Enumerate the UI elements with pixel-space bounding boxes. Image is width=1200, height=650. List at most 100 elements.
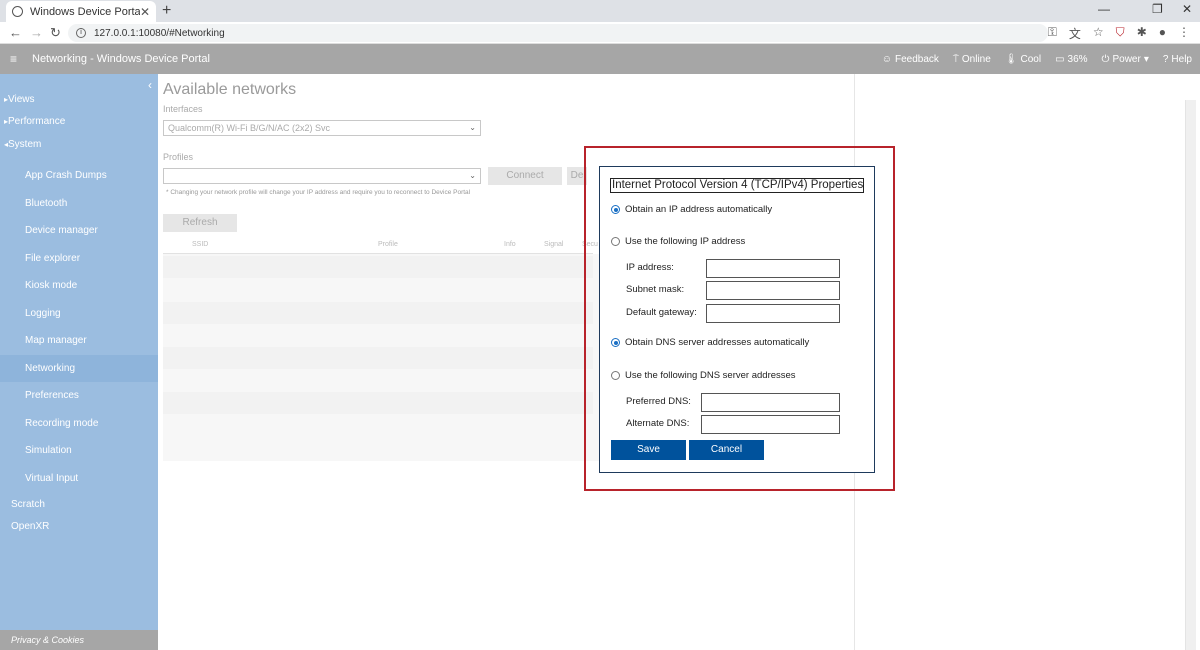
dns-auto-option[interactable]: Obtain DNS server addresses automaticall… bbox=[611, 337, 809, 348]
star-icon[interactable]: ☆ bbox=[1093, 25, 1104, 42]
ip-address-field[interactable] bbox=[706, 259, 840, 278]
dialog-title: Internet Protocol Version 4 (TCP/IPv4) P… bbox=[610, 178, 864, 193]
new-tab-button[interactable]: + bbox=[162, 2, 171, 20]
sidebar-item-device-manager[interactable]: Device manager bbox=[0, 217, 158, 244]
extension-shield-icon[interactable]: ⛉ bbox=[1116, 25, 1125, 42]
sidebar-item-label: Virtual Input bbox=[25, 472, 79, 484]
feedback-label: Feedback bbox=[894, 53, 939, 65]
sidebar-item-label: Simulation bbox=[25, 445, 72, 456]
collapse-sidebar-icon[interactable]: ‹ bbox=[148, 78, 152, 92]
profiles-label: Profiles bbox=[163, 152, 194, 162]
ip-manual-option[interactable]: Use the following IP address bbox=[611, 236, 745, 247]
ip-manual-label: Use the following IP address bbox=[625, 236, 746, 247]
ip-auto-option[interactable]: Obtain an IP address automatically bbox=[611, 204, 772, 215]
key-icon[interactable]: ⚿ bbox=[1048, 25, 1057, 42]
battery-status: ▭ 36% bbox=[1055, 54, 1087, 65]
preferred-dns-field[interactable] bbox=[701, 393, 840, 412]
radio-selected-icon[interactable] bbox=[611, 205, 620, 214]
radio-selected-icon[interactable] bbox=[611, 338, 620, 347]
menu-kebab-icon[interactable]: ⋮ bbox=[1178, 25, 1190, 42]
sidebar-item-logging[interactable]: Logging bbox=[0, 300, 158, 327]
sidebar-item-scratch[interactable]: Scratch bbox=[0, 496, 158, 512]
sidebar-item-map-manager[interactable]: Map manager bbox=[0, 327, 158, 354]
tab-close-icon[interactable]: ✕ bbox=[140, 5, 150, 19]
sidebar-item-label: Kiosk mode bbox=[25, 280, 78, 291]
page-title: Networking - Windows Device Portal bbox=[32, 53, 210, 65]
reload-icon[interactable]: ↻ bbox=[50, 25, 61, 41]
sidebar-item-performance[interactable]: ▸ Performance bbox=[0, 114, 158, 128]
browser-tab[interactable]: Windows Device Portal ✕ bbox=[6, 1, 156, 22]
sidebar-item-label: Performance bbox=[8, 115, 66, 127]
translate-icon[interactable]: 文 bbox=[1069, 25, 1081, 42]
puzzle-icon[interactable]: ✱ bbox=[1137, 25, 1147, 42]
default-gateway-field[interactable] bbox=[706, 304, 840, 323]
battery-icon: ▭ bbox=[1055, 53, 1065, 65]
sidebar-item-simulation[interactable]: Simulation bbox=[0, 437, 158, 464]
table-row bbox=[163, 256, 593, 278]
sidebar-item-kiosk-mode[interactable]: Kiosk mode bbox=[0, 272, 158, 299]
help-link[interactable]: ? Help bbox=[1163, 54, 1192, 65]
sidebar-item-views[interactable]: ▸ Views bbox=[0, 92, 158, 106]
profile-hint: * Changing your network profile will cha… bbox=[166, 189, 471, 196]
sidebar-item-label: Views bbox=[8, 93, 35, 105]
url-text: 127.0.0.1:10080/#Networking bbox=[94, 27, 225, 39]
radio-unselected-icon[interactable] bbox=[611, 371, 620, 380]
interfaces-label: Interfaces bbox=[163, 104, 203, 114]
page-scrollbar[interactable] bbox=[1185, 100, 1196, 650]
save-button[interactable]: Save bbox=[611, 440, 686, 460]
browser-tabstrip: Windows Device Portal ✕ + — ❐ ✕ bbox=[0, 0, 1200, 22]
column-profile: Profile bbox=[378, 241, 398, 248]
sidebar: ‹ ▸ Views ▸ Performance ◂ System App Crash Dum… bbox=[0, 74, 158, 630]
table-row bbox=[163, 347, 593, 369]
app-header: ≡ Networking - Windows Device Portal ☺ Fe… bbox=[0, 44, 1200, 74]
interfaces-select[interactable]: Qualcomm(R) Wi-Fi B/G/N/AC (2x2) Svc ⌄ bbox=[163, 120, 481, 136]
globe-icon bbox=[12, 6, 23, 17]
forward-icon[interactable]: → bbox=[30, 25, 43, 40]
chevron-down-icon: ⌄ bbox=[469, 171, 476, 180]
table-divider bbox=[163, 253, 593, 254]
sidebar-item-recording-mode[interactable]: Recording mode bbox=[0, 410, 158, 437]
window-close-button[interactable]: ✕ bbox=[1182, 2, 1192, 16]
subnet-mask-field[interactable] bbox=[706, 281, 840, 300]
sidebar-item-label: App Crash Dumps bbox=[25, 170, 107, 181]
back-icon[interactable]: ← bbox=[9, 25, 22, 40]
feedback-button[interactable]: ☺ Feedback bbox=[882, 54, 939, 65]
sidebar-item-label: Preferences bbox=[25, 390, 79, 401]
profiles-select[interactable]: ⌄ bbox=[163, 168, 481, 184]
signal-icon: ⍑ bbox=[952, 53, 959, 65]
sidebar-item-preferences[interactable]: Preferences bbox=[0, 382, 158, 409]
default-gateway-label: Default gateway: bbox=[626, 307, 697, 318]
sidebar-item-file-explorer[interactable]: File explorer bbox=[0, 245, 158, 272]
ip-address-label: IP address: bbox=[626, 262, 674, 273]
minimize-button[interactable]: — bbox=[1098, 2, 1110, 16]
sidebar-item-system[interactable]: ◂ System bbox=[0, 137, 158, 151]
ip-auto-label: Obtain an IP address automatically bbox=[625, 204, 773, 215]
alternate-dns-field[interactable] bbox=[701, 415, 840, 434]
restore-button[interactable]: ❐ bbox=[1152, 2, 1163, 16]
refresh-button[interactable]: Refresh bbox=[163, 214, 237, 232]
online-status: ⍑ Online bbox=[953, 54, 991, 65]
sidebar-item-label: Recording mode bbox=[25, 417, 99, 429]
url-bar[interactable]: i 127.0.0.1:10080/#Networking bbox=[68, 24, 1048, 42]
hamburger-icon[interactable]: ≡ bbox=[10, 52, 26, 66]
dns-manual-label: Use the following DNS server addresses bbox=[625, 370, 796, 381]
smiley-icon: ☺ bbox=[881, 53, 892, 65]
connect-button[interactable]: Connect bbox=[488, 167, 562, 185]
sidebar-item-app-crash-dumps[interactable]: App Crash Dumps bbox=[0, 162, 158, 189]
sidebar-item-virtual-input[interactable]: Virtual Input bbox=[0, 465, 158, 492]
column-ssid: SSID bbox=[192, 241, 209, 248]
privacy-link[interactable]: Privacy & Cookies bbox=[0, 630, 158, 650]
cool-label: Cool bbox=[1020, 53, 1042, 65]
radio-unselected-icon[interactable] bbox=[611, 237, 620, 246]
info-icon[interactable]: i bbox=[76, 28, 86, 38]
column-info: Info bbox=[504, 241, 516, 248]
power-menu[interactable]: ⏻ Power ▾ bbox=[1102, 54, 1149, 65]
sidebar-item-openxr[interactable]: OpenXR bbox=[0, 518, 158, 534]
cancel-button[interactable]: Cancel bbox=[689, 440, 764, 460]
thermal-status: 🌡︎ Cool bbox=[1005, 54, 1041, 65]
dns-manual-option[interactable]: Use the following DNS server addresses bbox=[611, 370, 796, 381]
sidebar-item-label: Scratch bbox=[11, 498, 45, 510]
profile-icon[interactable]: ● bbox=[1159, 25, 1166, 42]
sidebar-item-bluetooth[interactable]: Bluetooth bbox=[0, 190, 158, 217]
sidebar-item-networking[interactable]: Networking bbox=[0, 354, 158, 382]
